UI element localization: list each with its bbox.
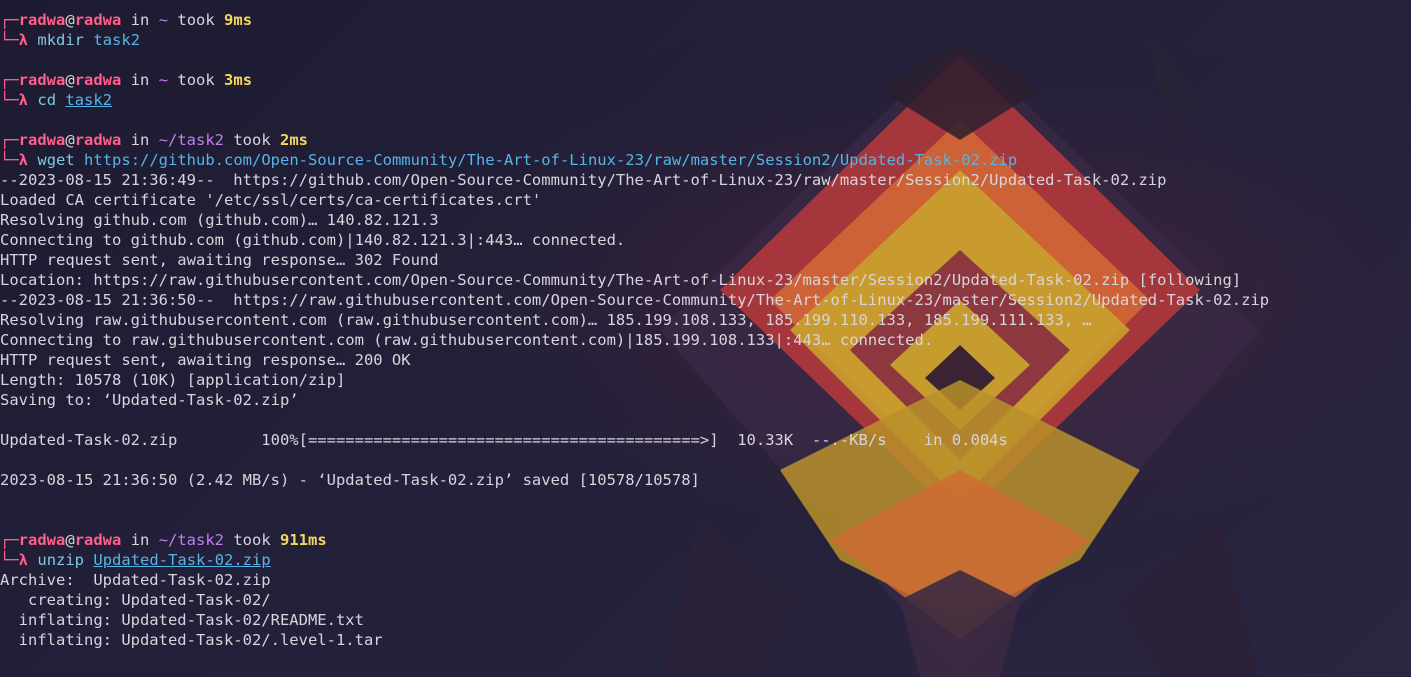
output-line: Resolving github.com (github.com)… 140.8… bbox=[0, 211, 439, 229]
prompt-directory: ~ bbox=[158, 71, 169, 89]
output-line: Connecting to github.com (github.com)|14… bbox=[0, 231, 626, 249]
prompt-in: in bbox=[121, 131, 159, 149]
prompt-directory: ~/task2 bbox=[158, 131, 225, 149]
command-name: cd bbox=[37, 91, 57, 109]
prompt-host: radwa bbox=[74, 131, 122, 149]
command-name: wget bbox=[37, 151, 75, 169]
terminal-output: ┌─radwa@radwa in ~ took 9ms └─λ mkdir tas… bbox=[0, 10, 1269, 670]
prompt-line: ┌─radwa@radwa in ~ took 9ms bbox=[0, 10, 1269, 30]
prompt-took: took bbox=[224, 131, 281, 149]
prompt-corner-top: ┌─ bbox=[0, 131, 19, 149]
prompt-in: in bbox=[121, 11, 159, 29]
prompt-duration: 911ms bbox=[280, 531, 327, 549]
output-line: Resolving raw.githubusercontent.com (raw… bbox=[0, 311, 1092, 329]
prompt-at: @ bbox=[65, 71, 75, 89]
prompt-took: took bbox=[168, 71, 225, 89]
prompt-corner-bottom: └─ bbox=[0, 551, 19, 569]
output-line: Loaded CA certificate '/etc/ssl/certs/ca… bbox=[0, 191, 542, 209]
command-line: └─λ unzip Updated-Task-02.zip bbox=[0, 550, 1269, 570]
output-line: --2023-08-15 21:36:50-- https://raw.gith… bbox=[0, 291, 1270, 309]
prompt-duration: 9ms bbox=[224, 11, 253, 29]
output-line: Saving to: ‘Updated-Task-02.zip’ bbox=[0, 391, 299, 409]
prompt-at: @ bbox=[65, 531, 75, 549]
output-line: Location: https://raw.githubusercontent.… bbox=[0, 271, 1242, 289]
command-argument: task2 bbox=[93, 31, 141, 49]
prompt-at: @ bbox=[65, 11, 75, 29]
command-name: unzip bbox=[37, 551, 85, 569]
output-line: Updated-Task-02.zip 100%[===============… bbox=[0, 431, 1008, 449]
command-line: └─λ cd task2 bbox=[0, 90, 1269, 110]
prompt-directory: ~/task2 bbox=[158, 531, 225, 549]
prompt-in: in bbox=[121, 71, 159, 89]
terminal-window[interactable]: ┌─radwa@radwa in ~ took 9ms └─λ mkdir tas… bbox=[0, 0, 1411, 677]
prompt-user: radwa bbox=[18, 131, 66, 149]
output-line: Archive: Updated-Task-02.zip bbox=[0, 571, 271, 589]
command-argument: https://github.com/Open-Source-Community… bbox=[84, 151, 1018, 169]
prompt-user: radwa bbox=[18, 71, 66, 89]
output-line: --2023-08-15 21:36:49-- https://github.c… bbox=[0, 171, 1167, 189]
prompt-corner-top: ┌─ bbox=[0, 11, 19, 29]
output-line: Length: 10578 (10K) [application/zip] bbox=[0, 371, 346, 389]
output-line: HTTP request sent, awaiting response… 30… bbox=[0, 251, 439, 269]
prompt-lambda-icon: λ bbox=[18, 31, 29, 49]
prompt-lambda-icon: λ bbox=[18, 91, 29, 109]
prompt-line: ┌─radwa@radwa in ~/task2 took 2ms bbox=[0, 130, 1269, 150]
prompt-took: took bbox=[224, 531, 281, 549]
prompt-user: radwa bbox=[18, 11, 66, 29]
output-line: inflating: Updated-Task-02/README.txt bbox=[0, 611, 364, 629]
prompt-took: took bbox=[168, 11, 225, 29]
output-line: creating: Updated-Task-02/ bbox=[0, 591, 271, 609]
prompt-line: ┌─radwa@radwa in ~/task2 took 911ms bbox=[0, 530, 1269, 550]
prompt-host: radwa bbox=[74, 11, 122, 29]
prompt-duration: 3ms bbox=[224, 71, 253, 89]
command-argument[interactable]: task2 bbox=[65, 91, 112, 109]
prompt-corner-bottom: └─ bbox=[0, 151, 19, 169]
prompt-directory: ~ bbox=[158, 11, 169, 29]
prompt-corner-top: ┌─ bbox=[0, 531, 19, 549]
prompt-host: radwa bbox=[74, 71, 122, 89]
prompt-corner-top: ┌─ bbox=[0, 71, 19, 89]
command-line: └─λ mkdir task2 bbox=[0, 30, 1269, 50]
prompt-lambda-icon: λ bbox=[18, 151, 29, 169]
command-name: mkdir bbox=[37, 31, 85, 49]
prompt-corner-bottom: └─ bbox=[0, 31, 19, 49]
prompt-user: radwa bbox=[18, 531, 66, 549]
prompt-duration: 2ms bbox=[280, 131, 309, 149]
prompt-in: in bbox=[121, 531, 159, 549]
prompt-lambda-icon: λ bbox=[18, 551, 29, 569]
prompt-host: radwa bbox=[74, 531, 122, 549]
prompt-line: ┌─radwa@radwa in ~ took 3ms bbox=[0, 70, 1269, 90]
prompt-at: @ bbox=[65, 131, 75, 149]
output-line: inflating: Updated-Task-02/.level-1.tar bbox=[0, 631, 383, 649]
output-line: 2023-08-15 21:36:50 (2.42 MB/s) - ‘Updat… bbox=[0, 471, 700, 489]
prompt-corner-bottom: └─ bbox=[0, 91, 19, 109]
output-line: HTTP request sent, awaiting response… 20… bbox=[0, 351, 411, 369]
command-line: └─λ wget https://github.com/Open-Source-… bbox=[0, 150, 1269, 170]
output-line: Connecting to raw.githubusercontent.com … bbox=[0, 331, 934, 349]
command-argument[interactable]: Updated-Task-02.zip bbox=[93, 551, 270, 569]
